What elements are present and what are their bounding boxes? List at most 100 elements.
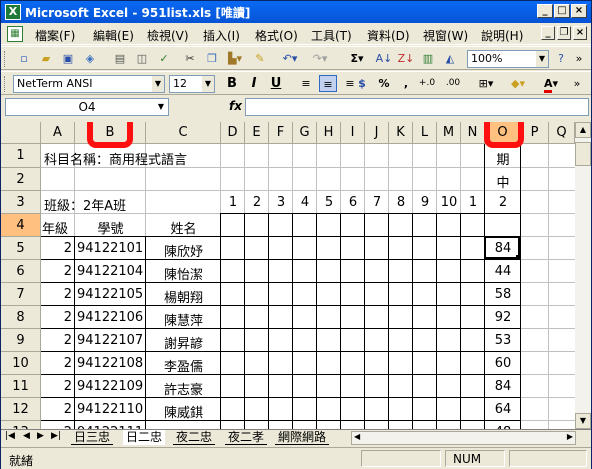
next-sheet-icon[interactable]: ▶ bbox=[37, 431, 44, 441]
name-box[interactable]: O4 ▼ bbox=[5, 98, 169, 116]
cell-student-name[interactable]: 陳怡潔 bbox=[146, 264, 221, 283]
menu-insert[interactable]: 插入(I) bbox=[203, 27, 240, 44]
align-center-icon[interactable]: ≡ bbox=[319, 75, 337, 92]
bold-button[interactable]: B bbox=[223, 75, 241, 92]
column-header-c[interactable]: C bbox=[146, 122, 221, 144]
scroll-left-icon[interactable]: ◀ bbox=[354, 432, 360, 441]
fill-color-icon[interactable]: ◆▾ bbox=[505, 75, 531, 92]
column-header-g[interactable]: G bbox=[293, 122, 317, 144]
new-icon[interactable]: ▫ bbox=[15, 50, 33, 67]
cell-e3[interactable]: 2 bbox=[245, 195, 269, 210]
copy-icon[interactable]: ❐ bbox=[203, 50, 221, 67]
toolbar-grip[interactable] bbox=[4, 51, 7, 67]
doc-minimize-button[interactable]: _ bbox=[541, 26, 555, 40]
permission-icon[interactable]: ◈ bbox=[81, 50, 99, 67]
insert-function-icon[interactable]: fx bbox=[229, 99, 242, 113]
cell-grade[interactable]: 2 bbox=[41, 241, 72, 256]
cell-score[interactable]: 44 bbox=[485, 264, 521, 279]
cell-f3[interactable]: 3 bbox=[269, 195, 293, 210]
row-header-6[interactable]: 6 bbox=[1, 260, 41, 283]
menu-view[interactable]: 檢視(V) bbox=[147, 27, 189, 44]
column-header-h[interactable]: H bbox=[317, 122, 341, 144]
cell-student-name[interactable]: 楊朝翔 bbox=[146, 287, 221, 306]
formula-input[interactable] bbox=[245, 98, 589, 116]
row-header-12[interactable]: 12 bbox=[1, 398, 41, 421]
paste-icon[interactable]: ▙▾ bbox=[223, 50, 247, 67]
prev-sheet-icon[interactable]: ◀ bbox=[23, 431, 30, 441]
menu-format[interactable]: 格式(O) bbox=[255, 27, 298, 44]
decrease-decimal-button[interactable]: .00 bbox=[441, 75, 465, 92]
undo-icon[interactable]: ↶▾ bbox=[277, 50, 303, 67]
cut-icon[interactable]: ✂ bbox=[181, 50, 199, 67]
cell-student-id[interactable]: 94122106 bbox=[77, 310, 143, 325]
chevron-down-icon[interactable]: ▼ bbox=[202, 76, 214, 92]
font-size-combo[interactable]: 12 ▼ bbox=[169, 75, 215, 93]
scroll-right-icon[interactable]: ▶ bbox=[567, 432, 573, 441]
toolbar-options-icon[interactable]: » bbox=[573, 50, 585, 67]
scroll-down-icon[interactable]: ▼ bbox=[575, 413, 591, 429]
cell-student-name[interactable]: 許志豪 bbox=[146, 379, 221, 398]
cell-l3[interactable]: 9 bbox=[413, 195, 437, 210]
column-header-q[interactable]: Q bbox=[549, 122, 575, 144]
cell-student-id[interactable]: 94122104 bbox=[77, 264, 143, 279]
sheet-tab-4[interactable]: 網際網路 bbox=[275, 430, 330, 445]
cell-student-id[interactable]: 94122108 bbox=[77, 356, 143, 371]
chevron-down-icon[interactable]: ▼ bbox=[152, 76, 164, 92]
workbook-icon[interactable]: ▦ bbox=[7, 26, 23, 42]
column-header-d[interactable]: D bbox=[221, 122, 245, 144]
cell-a1[interactable]: 科目名稱：商用程式語言 bbox=[44, 149, 187, 168]
cell-score[interactable]: 84 bbox=[485, 379, 521, 394]
cell-score[interactable]: 84 bbox=[485, 241, 521, 256]
currency-button[interactable]: $ bbox=[353, 75, 371, 92]
cell-score[interactable]: 92 bbox=[485, 310, 521, 325]
scroll-up-icon[interactable]: ▲ bbox=[575, 122, 591, 138]
cell-student-id[interactable]: 94122101 bbox=[77, 241, 143, 256]
scroll-thumb[interactable] bbox=[575, 142, 591, 166]
first-sheet-icon[interactable]: |◀ bbox=[5, 431, 15, 441]
cell-o3[interactable]: 2 bbox=[485, 195, 521, 210]
chart-wizard-icon[interactable]: ▥ bbox=[419, 50, 437, 67]
row-header-7[interactable]: 7 bbox=[1, 283, 41, 306]
cell-a4[interactable]: 年級 bbox=[42, 218, 68, 237]
cell-score[interactable]: 60 bbox=[485, 356, 521, 371]
last-sheet-icon[interactable]: ▶| bbox=[51, 431, 61, 441]
sheet-tab-0[interactable]: 日三忠 bbox=[71, 430, 114, 445]
cell-c4[interactable]: 姓名 bbox=[146, 218, 221, 237]
doc-close-button[interactable]: × bbox=[573, 26, 587, 40]
borders-icon[interactable]: ⊞▾ bbox=[473, 75, 499, 92]
row-header-3[interactable]: 3 bbox=[1, 191, 41, 214]
autosum-icon[interactable]: Σ▾ bbox=[345, 50, 369, 67]
menu-edit[interactable]: 編輯(E) bbox=[93, 27, 134, 44]
cell-student-name[interactable]: 陳欣妤 bbox=[146, 241, 221, 260]
cell-grade[interactable]: 2 bbox=[41, 402, 72, 417]
print-preview-icon[interactable]: ◫ bbox=[133, 50, 151, 67]
cell-j3[interactable]: 7 bbox=[365, 195, 389, 210]
menu-tools[interactable]: 工具(T) bbox=[311, 27, 352, 44]
cell-a3[interactable]: 班級：2年A班 bbox=[44, 195, 126, 214]
cell-n3[interactable]: 1 bbox=[461, 195, 485, 210]
cell-o1[interactable]: 期 bbox=[485, 149, 521, 168]
select-all-corner[interactable] bbox=[1, 122, 41, 144]
cell-student-id[interactable]: 94122105 bbox=[77, 287, 143, 302]
font-color-button[interactable]: A▾ bbox=[537, 75, 565, 93]
increase-decimal-button[interactable]: +.0 bbox=[415, 75, 439, 92]
column-header-i[interactable]: I bbox=[341, 122, 365, 144]
column-header-j[interactable]: J bbox=[365, 122, 389, 144]
sheet-tab-3[interactable]: 夜二孝 bbox=[225, 430, 268, 445]
toolbar-options-icon[interactable]: » bbox=[571, 75, 583, 92]
column-header-k[interactable]: K bbox=[389, 122, 413, 144]
column-header-l[interactable]: L bbox=[413, 122, 437, 144]
sheet-tab-1[interactable]: 日二忠 bbox=[123, 430, 166, 445]
cell-student-id[interactable]: 94122107 bbox=[77, 333, 143, 348]
column-header-p[interactable]: P bbox=[521, 122, 549, 144]
cell-score[interactable]: 53 bbox=[485, 333, 521, 348]
cell-student-id[interactable]: 94122109 bbox=[77, 379, 143, 394]
menu-file[interactable]: 檔案(F) bbox=[35, 27, 75, 44]
cell-b4[interactable]: 學號 bbox=[75, 218, 146, 237]
format-painter-icon[interactable]: ✎ bbox=[251, 50, 269, 67]
row-header-10[interactable]: 10 bbox=[1, 352, 41, 375]
cell-grade[interactable]: 2 bbox=[41, 379, 72, 394]
zoom-combo[interactable]: 100% ▼ bbox=[467, 50, 549, 68]
cell-grade[interactable]: 2 bbox=[41, 287, 72, 302]
cell-k3[interactable]: 8 bbox=[389, 195, 413, 210]
